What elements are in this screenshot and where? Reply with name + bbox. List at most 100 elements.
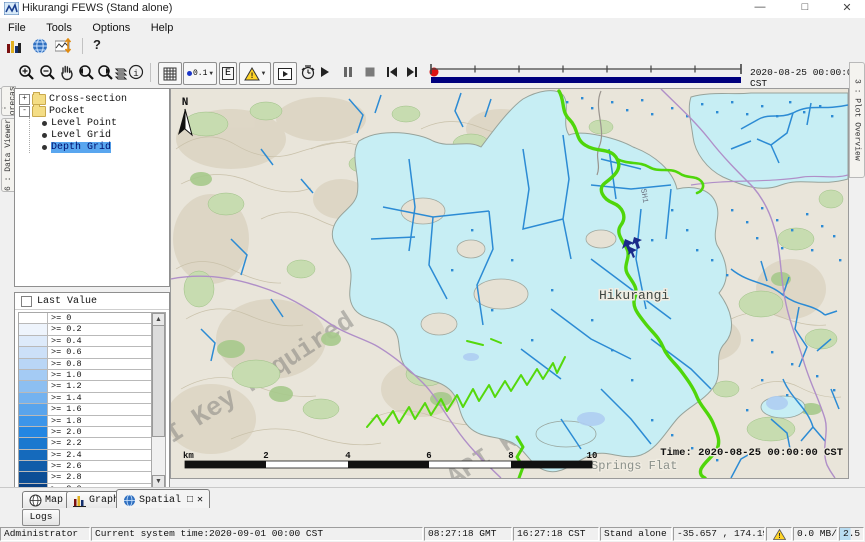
legend-label: >= 2.8 (48, 472, 153, 482)
filter-tree-panel: + Cross-section - Pocket Level Point Lev… (14, 88, 170, 287)
chevron-down-icon: ▼ (261, 71, 267, 77)
menu-tools[interactable]: Tools (38, 20, 80, 34)
grid-icon (163, 67, 177, 81)
expander-minus-icon[interactable]: - (19, 106, 30, 117)
status-system-time: Current system time:2020-09-01 00:00 CST (91, 527, 423, 541)
tab-spatial[interactable]: Spatial □ ✕ (116, 489, 210, 510)
pan-hand-icon[interactable] (59, 64, 75, 81)
tab-spatial-label: Spatial (139, 495, 181, 506)
status-mode: Stand alone (600, 527, 672, 541)
tab-close-icon[interactable]: ✕ (197, 494, 203, 506)
menu-options[interactable]: Options (84, 20, 138, 34)
zoom-in-icon[interactable] (18, 64, 35, 81)
database-chart-icon[interactable] (6, 38, 22, 54)
legend-panel: Last Value >= 0 >= 0.2 >= 0.4 >= 0.6 >= … (14, 292, 170, 489)
pause-button[interactable] (343, 66, 353, 78)
logs-row: Logs (0, 508, 865, 526)
maximize-button[interactable]: □ (790, 1, 820, 16)
application-window: Hikurangi FEWS (Stand alone) — □ ✕ File … (0, 0, 865, 542)
thresholds-warning-button[interactable]: ! ▼ (239, 62, 271, 85)
movie-play-icon (278, 68, 292, 80)
grid-display-button[interactable] (158, 62, 182, 85)
skip-to-start-button[interactable] (386, 66, 398, 78)
legend-swatch (19, 313, 48, 323)
status-user: Administrator (0, 527, 90, 541)
animation-button[interactable] (273, 62, 297, 85)
profile-chart-icon[interactable] (55, 38, 73, 54)
logs-button[interactable]: Logs (22, 509, 60, 526)
spatial-map-view[interactable]: API Key Required API Key Required (170, 88, 849, 479)
legend-swatch (19, 427, 48, 437)
timeline-slider[interactable] (427, 61, 745, 85)
interval-value: 0.1 (193, 69, 207, 78)
title-bar: Hikurangi FEWS (Stand alone) — □ ✕ (0, 0, 865, 19)
interval-dot-icon (187, 71, 192, 76)
scale-tick: 2 (263, 451, 268, 461)
legend-label: >= 0.6 (48, 347, 153, 357)
tree-item-label: Pocket (49, 106, 85, 117)
legend-label: >= 2.6 (48, 461, 153, 471)
tree-item-pocket[interactable]: - Pocket (15, 105, 169, 117)
last-value-row[interactable]: Last Value (15, 293, 169, 310)
menu-help[interactable]: Help (143, 20, 182, 34)
warning-triangle-icon: ! (773, 529, 786, 540)
label-display-button[interactable]: E (219, 62, 237, 85)
node-bullet-icon (42, 121, 47, 126)
side-tab-data-viewer-label: 6 : Data Viewer (4, 119, 13, 191)
stop-button[interactable] (365, 66, 375, 78)
side-tab-plot-overview-label: 3 : Plot Overview (853, 79, 862, 161)
info-icon[interactable]: i (128, 64, 144, 80)
zoom-previous-icon[interactable] (77, 64, 95, 81)
tree-item-label: Cross-section (49, 94, 127, 105)
tree-item-label-selected: Depth Grid (51, 142, 111, 153)
tab-maximize-icon[interactable]: □ (187, 495, 193, 506)
legend-label: >= 1.8 (48, 416, 153, 426)
skip-to-end-button[interactable] (406, 66, 418, 78)
legend-swatch (19, 347, 48, 357)
window-title: Hikurangi FEWS (Stand alone) (22, 2, 172, 14)
animation-timer-icon[interactable] (300, 64, 317, 81)
main-toolbar: ? (0, 35, 865, 58)
status-warning-cell[interactable]: ! (766, 527, 792, 541)
tab-map-label: Map (45, 495, 63, 506)
scale-tick: 10 (587, 451, 598, 461)
menu-file[interactable]: File (0, 20, 34, 34)
status-bar: Administrator Current system time:2020-0… (0, 526, 865, 542)
map-toolbar: i 0.1 ▼ E ! ▼ (0, 57, 865, 89)
legend-swatch (19, 416, 48, 426)
tab-map[interactable]: Map (22, 491, 70, 509)
zoom-next-icon[interactable] (96, 64, 114, 81)
legend-swatch (19, 336, 48, 346)
last-value-checkbox[interactable] (21, 296, 32, 307)
legend-swatch (19, 381, 48, 391)
legend-label: >= 0.2 (48, 324, 153, 334)
legend-label: >= 2.4 (48, 450, 153, 460)
legend-label: >= 1.2 (48, 381, 153, 391)
legend-scrollbar[interactable]: ▲ ▼ (151, 312, 166, 489)
scrollbar-thumb[interactable] (152, 325, 165, 437)
wireframe-globe-icon (29, 494, 42, 507)
expander-plus-icon[interactable]: + (19, 94, 30, 105)
legend-label: >= 2.0 (48, 427, 153, 437)
legend-label: >= 0.8 (48, 359, 153, 369)
close-button[interactable]: ✕ (832, 1, 862, 16)
tree-item-label: Level Point (51, 118, 117, 129)
legend-swatch (19, 359, 48, 369)
legend-label: >= 2.2 (48, 438, 153, 448)
zoom-out-icon[interactable] (39, 64, 56, 81)
map-canvas: API Key Required API Key Required (171, 89, 848, 478)
tree-item-level-grid[interactable]: Level Grid (30, 129, 169, 141)
interval-selector-button[interactable]: 0.1 ▼ (183, 62, 217, 85)
status-local-time: 16:27:18 CST (513, 527, 599, 541)
layers-icon[interactable] (113, 65, 129, 80)
tree-item-level-point[interactable]: Level Point (30, 117, 169, 129)
tree-item-depth-grid[interactable]: Depth Grid (30, 141, 169, 153)
legend-swatch (19, 438, 48, 448)
legend-color-list: >= 0 >= 0.2 >= 0.4 >= 0.6 >= 0.8 >= 1.0 … (18, 312, 154, 489)
minimize-button[interactable]: — (745, 1, 775, 16)
side-tab-plot-overview[interactable]: 3 : Plot Overview (849, 62, 865, 178)
play-button[interactable] (320, 66, 330, 78)
help-button[interactable]: ? (93, 37, 101, 52)
app-logo-icon (4, 2, 19, 15)
globe-icon[interactable] (32, 38, 48, 54)
